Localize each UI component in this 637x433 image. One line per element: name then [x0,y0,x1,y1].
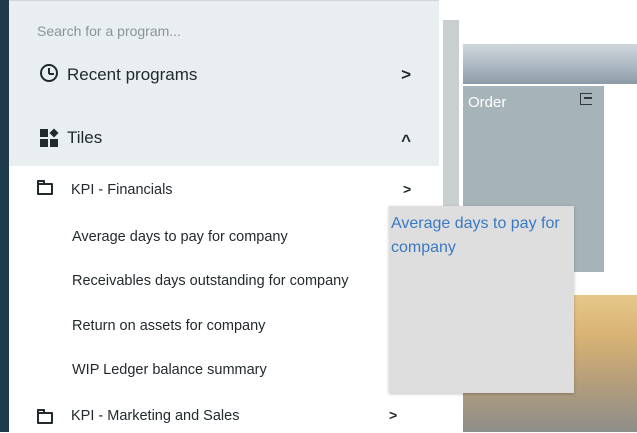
folder-label: KPI - Financials [71,182,173,198]
program-item[interactable]: Receivables days outstanding for company [72,273,348,289]
program-item[interactable]: WIP Ledger balance summary [72,362,267,378]
recent-programs-label: Recent programs [67,65,198,84]
chevron-up-icon: ^ [401,131,411,150]
program-item[interactable]: Average days to pay for company [72,229,288,245]
tooltip-text[interactable]: Average days to pay for company [391,212,569,260]
pin-to-dashboard-icon[interactable] [580,93,592,105]
chevron-right-icon: > [401,65,411,84]
program-tooltip: Average days to pay for company [389,206,574,393]
folder-label: KPI - Marketing and Sales [71,408,240,424]
program-item[interactable]: Return on assets for company [72,318,265,334]
recent-programs-row[interactable]: Recent programs > [9,55,439,99]
clock-icon [40,64,58,82]
folder-icon [37,180,53,195]
chevron-right-icon: > [389,407,398,423]
chevron-right-icon: > [403,181,412,197]
tiles-label: Tiles [67,128,103,147]
folder-kpi-financials[interactable]: KPI - Financials > [9,169,439,205]
dashboard-image-top [440,44,637,84]
folder-icon [37,409,53,424]
folder-kpi-marketing-sales[interactable]: KPI - Marketing and Sales > [9,397,439,433]
tiles-row[interactable]: Tiles ^ [9,118,439,162]
search-input[interactable]: Search for a program... [37,23,181,39]
tiles-icon [40,128,60,147]
window-edge [0,0,9,432]
